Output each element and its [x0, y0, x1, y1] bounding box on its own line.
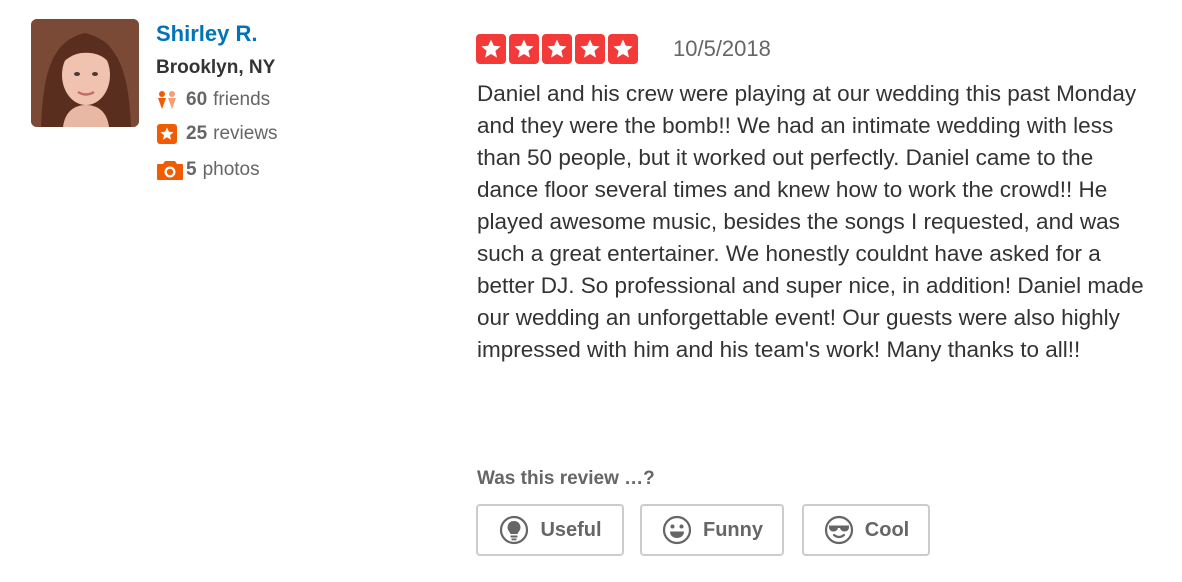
- useful-label: Useful: [540, 518, 602, 541]
- useful-button[interactable]: Useful: [476, 504, 624, 556]
- photos-stat: 5 photos: [156, 158, 260, 182]
- star-icon: [608, 34, 638, 64]
- smiley-icon: [661, 514, 693, 546]
- photos-label: photos: [202, 159, 260, 180]
- review-text: Daniel and his crew were playing at our …: [477, 81, 1144, 362]
- vote-prompt: Was this review …?: [477, 468, 655, 489]
- friends-icon: [156, 89, 186, 111]
- photos-count: 5: [186, 159, 197, 180]
- star-icon: [542, 34, 572, 64]
- camera-icon: [156, 159, 186, 181]
- funny-button[interactable]: Funny: [640, 504, 784, 556]
- reviews-count: 25: [186, 123, 208, 144]
- friends-stat: 60 friends: [156, 88, 270, 112]
- user-location: Brooklyn, NY: [156, 57, 276, 78]
- star-rating: [476, 34, 638, 64]
- cool-label: Cool: [864, 518, 910, 541]
- friends-label: friends: [213, 89, 271, 110]
- user-name-link[interactable]: Shirley R.: [156, 21, 257, 47]
- reviews-label: reviews: [213, 123, 278, 144]
- lightbulb-icon: [498, 514, 530, 546]
- star-icon: [476, 34, 506, 64]
- star-icon: [509, 34, 539, 64]
- reviews-stat: 25 reviews: [156, 122, 278, 146]
- friends-count: 60: [186, 89, 208, 110]
- avatar[interactable]: [31, 19, 139, 127]
- avatar-photo: [31, 19, 139, 127]
- cool-button[interactable]: Cool: [802, 504, 930, 556]
- review-date: 10/5/2018: [673, 36, 771, 61]
- star-icon: [575, 34, 605, 64]
- sunglasses-icon: [823, 514, 855, 546]
- review-star-icon: [156, 123, 186, 145]
- funny-label: Funny: [703, 518, 763, 541]
